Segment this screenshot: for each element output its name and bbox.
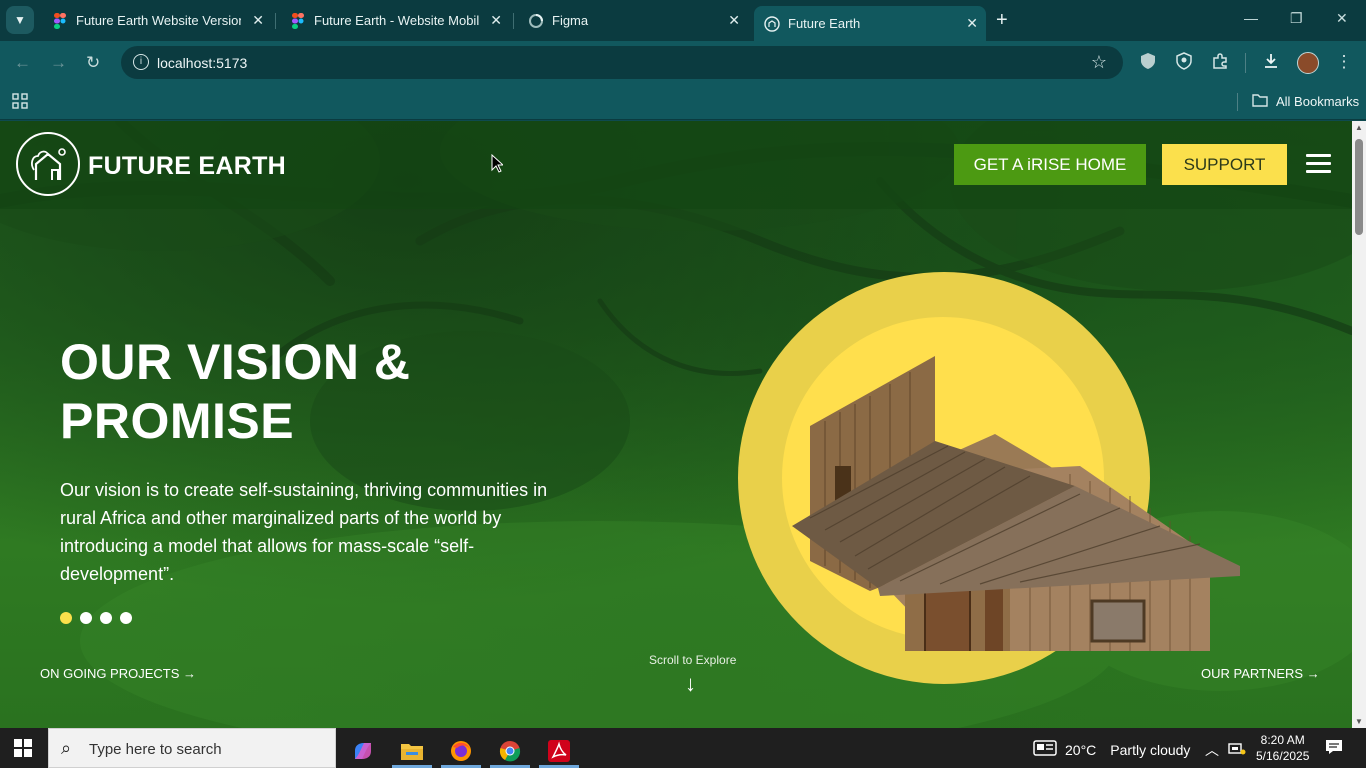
forward-button[interactable]: →	[50, 53, 67, 73]
close-window-button[interactable]: ✕	[1336, 10, 1348, 27]
reload-icon: ↻	[86, 53, 101, 72]
arrow-down-icon[interactable]: ↓	[685, 671, 696, 697]
page-scrollbar[interactable]: ▲ ▼	[1352, 121, 1366, 728]
network-icon[interactable]	[1228, 740, 1246, 759]
support-button[interactable]: SUPPORT	[1162, 144, 1287, 185]
taskbar-search-box[interactable]: ⌕ Type here to search	[48, 728, 336, 768]
slide-dot-2[interactable]	[80, 612, 92, 624]
show-hidden-icons-chevron-up-icon[interactable]: ︿	[1205, 740, 1219, 760]
tab-figma[interactable]: Figma ✕	[518, 6, 748, 35]
back-button[interactable]: ←	[14, 53, 31, 73]
ongoing-projects-link[interactable]: ON GOING PROJECTS →	[40, 666, 196, 681]
chevron-down-icon: ▼	[14, 13, 26, 27]
folder-icon	[1252, 93, 1268, 110]
browser-tab-strip: ▼ Future Earth Website Version 02 ✕ Futu…	[0, 0, 1366, 41]
acrobat-icon[interactable]	[539, 734, 579, 768]
minimize-button[interactable]: —	[1244, 10, 1258, 26]
copilot-icon[interactable]	[343, 734, 383, 768]
get-irise-home-button[interactable]: GET A iRISE HOME	[954, 144, 1146, 185]
weather-widget[interactable]: 20°C Partly cloudy	[1033, 739, 1190, 760]
browser-menu-icon[interactable]: ⋮	[1334, 52, 1354, 72]
profile-avatar[interactable]	[1297, 52, 1319, 74]
weather-icon	[1033, 739, 1057, 760]
url-text[interactable]: localhost:5173	[157, 55, 247, 71]
windows-taskbar: ⌕ Type here to search 20°C Partly cloudy…	[0, 728, 1366, 768]
weather-description: Partly cloudy	[1110, 741, 1191, 758]
new-tab-button[interactable]: +	[996, 9, 1008, 32]
plus-icon: +	[996, 9, 1008, 31]
close-icon[interactable]: ✕	[728, 12, 740, 29]
apps-grid-icon[interactable]	[12, 93, 28, 109]
slide-dot-3[interactable]	[100, 612, 112, 624]
scroll-down-icon[interactable]: ▼	[1355, 717, 1363, 726]
clock-date: 5/16/2025	[1256, 749, 1310, 763]
browser-toolbar: ← → ↻ i localhost:5173 ☆ ⋮	[0, 41, 1366, 85]
arrow-left-icon: ←	[14, 53, 31, 72]
site-icon	[764, 15, 780, 32]
scroll-to-explore-label: Scroll to Explore	[649, 653, 737, 667]
tab-search-button[interactable]: ▼	[6, 6, 34, 34]
tab-future-earth-website-v2[interactable]: Future Earth Website Version 02 ✕	[42, 6, 272, 35]
download-icon[interactable]	[1261, 52, 1281, 72]
tab-title: Figma	[552, 13, 589, 28]
close-icon[interactable]: ✕	[490, 12, 502, 29]
extension-privacy-icon[interactable]	[1174, 52, 1194, 72]
all-bookmarks-button[interactable]: All Bookmarks	[1252, 93, 1359, 110]
close-icon[interactable]: ✕	[252, 12, 264, 29]
tab-future-earth-mobile[interactable]: Future Earth - Website Mobile V ✕	[280, 6, 510, 35]
address-bar[interactable]: i localhost:5173 ☆	[121, 46, 1123, 79]
notification-icon[interactable]	[1325, 739, 1343, 760]
file-explorer-icon[interactable]	[392, 734, 432, 768]
close-icon[interactable]: ✕	[966, 15, 978, 32]
weather-temperature: 20°C	[1065, 741, 1097, 758]
clock-time: 8:20 AM	[1260, 733, 1305, 747]
site-logo[interactable]	[16, 132, 80, 196]
site-logo-text[interactable]: FUTURE EARTH	[88, 152, 286, 181]
figma-icon	[52, 12, 68, 29]
tab-title: Future Earth Website Version 02	[76, 13, 241, 28]
wooden-house-image	[792, 356, 1240, 651]
figma-icon	[290, 12, 306, 29]
extension-shield-icon[interactable]	[1138, 52, 1158, 72]
tab-title: Future Earth	[788, 16, 861, 31]
slide-dot-1[interactable]	[60, 612, 72, 624]
restore-button[interactable]: ❐	[1290, 10, 1303, 27]
slide-indicators	[60, 612, 132, 624]
search-icon: ⌕	[61, 738, 72, 758]
reload-button[interactable]: ↻	[86, 53, 100, 73]
system-clock[interactable]: 8:20 AM 5/16/2025	[1256, 732, 1309, 764]
tab-title: Future Earth - Website Mobile V	[314, 13, 479, 28]
house-logo-icon	[31, 148, 66, 180]
our-partners-link[interactable]: OUR PARTNERS →	[1201, 666, 1320, 681]
mouse-cursor-icon	[491, 154, 503, 173]
slide-dot-4[interactable]	[120, 612, 132, 624]
windows-start-icon[interactable]	[14, 739, 32, 757]
scrollbar-thumb[interactable]	[1355, 139, 1363, 235]
all-bookmarks-label: All Bookmarks	[1276, 94, 1360, 109]
hamburger-menu-icon[interactable]	[1306, 154, 1331, 174]
site-header: FUTURE EARTH GET A iRISE HOME SUPPORT	[0, 121, 1352, 209]
info-icon[interactable]: i	[133, 54, 149, 70]
bookmark-star-icon[interactable]: ☆	[1091, 52, 1107, 73]
hero-description: Our vision is to create self-sustaining,…	[60, 480, 548, 584]
extensions-puzzle-icon[interactable]	[1210, 52, 1230, 72]
taskbar-search-placeholder[interactable]: Type here to search	[89, 741, 222, 758]
scroll-up-icon[interactable]: ▲	[1355, 123, 1363, 132]
tab-future-earth[interactable]: Future Earth ✕	[754, 6, 986, 41]
arrow-right-icon: →	[50, 53, 67, 72]
page-viewport: FUTURE EARTH GET A iRISE HOME SUPPORT OU…	[0, 121, 1352, 728]
bookmarks-bar: All Bookmarks	[0, 85, 1366, 120]
hero-title: OUR VISION & PROMISE	[60, 334, 411, 449]
chrome-icon[interactable]	[490, 734, 530, 768]
firefox-icon[interactable]	[441, 734, 481, 768]
loading-icon	[528, 13, 544, 29]
